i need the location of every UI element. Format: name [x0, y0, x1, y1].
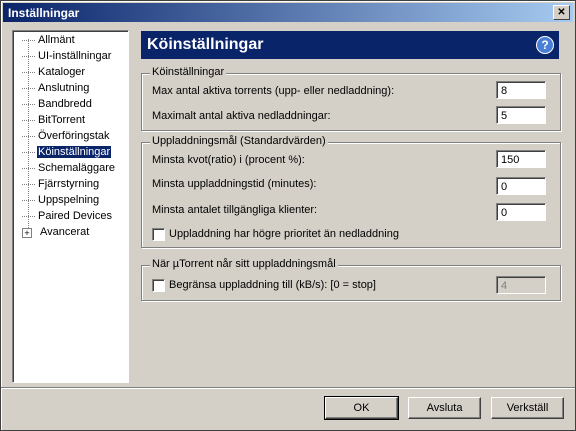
tree-item-general[interactable]: Allmänt [22, 33, 76, 47]
group-legend: Uppladdningsmål (Standardvärden) [150, 135, 328, 147]
tree-item-ui-settings[interactable]: UI-inställningar [22, 49, 112, 63]
preferences-window: Inställningar ✕ Allmänt UI-inställningar… [0, 0, 576, 431]
title-bar[interactable]: Inställningar ✕ [3, 3, 573, 22]
window-title: Inställningar [8, 6, 80, 20]
tree-item-connection[interactable]: Anslutning [22, 81, 90, 95]
min-ratio-input[interactable]: 150 [496, 150, 546, 168]
tree-item-label[interactable]: Fjärrstyrning [37, 178, 100, 190]
ok-button[interactable]: OK [324, 396, 399, 420]
tree-item-scheduler[interactable]: Schemaläggare [22, 161, 116, 175]
close-button[interactable]: ✕ [553, 5, 570, 20]
group-legend: Köinställningar [150, 66, 227, 78]
tree-item-label[interactable]: Paired Devices [37, 210, 113, 222]
help-icon[interactable]: ? [536, 36, 554, 54]
divider [1, 387, 575, 389]
page-title: Köinställningar [147, 36, 264, 53]
tree-item-label[interactable]: Uppspelning [37, 194, 100, 206]
tree-item-paired-devices[interactable]: Paired Devices [22, 209, 113, 223]
tree-item-label[interactable]: Köinställningar [37, 146, 112, 158]
tree-item-label[interactable]: Avancerat [39, 226, 90, 238]
min-seeds-input[interactable]: 0 [496, 203, 546, 221]
tree-item-label[interactable]: UI-inställningar [37, 50, 112, 62]
max-active-input[interactable]: 8 [496, 81, 546, 99]
tree-item-label[interactable]: Överföringstak [37, 130, 111, 142]
max-downloads-input[interactable]: 5 [496, 106, 546, 124]
queue-settings-group: Köinställningar Max antal aktiva torrent… [141, 66, 561, 131]
seeding-goal-group: Uppladdningsmål (Standardvärden) Minsta … [141, 135, 561, 248]
tree-item-label[interactable]: Anslutning [37, 82, 90, 94]
tree-item-label[interactable]: Kataloger [37, 66, 86, 78]
priority-checkbox[interactable] [152, 228, 165, 241]
goal-reached-group: När µTorrent når sitt uppladdningsmål Be… [141, 258, 561, 301]
tree-item-queueing[interactable]: Köinställningar [22, 145, 112, 159]
max-downloads-label: Maximalt antal aktiva nedladdningar: [152, 110, 331, 122]
tree-item-playback[interactable]: Uppspelning [22, 193, 100, 207]
min-seeds-label: Minsta antalet tillgängliga klienter: [152, 204, 318, 216]
tree-item-advanced[interactable]: + Avancerat [13, 225, 90, 239]
tree-item-label[interactable]: Allmänt [37, 34, 76, 46]
priority-label[interactable]: Uppladdning har högre prioritet än nedla… [169, 228, 399, 240]
limit-upload-label[interactable]: Begränsa uppladdning till (kB/s): [0 = s… [169, 279, 376, 291]
page-header: Köinställningar ? [141, 31, 559, 59]
expand-icon[interactable]: + [22, 228, 32, 238]
min-time-label: Minsta uppladdningstid (minutes): [152, 178, 317, 190]
tree-item-bandwidth[interactable]: Bandbredd [22, 97, 93, 111]
tree-item-label[interactable]: Schemaläggare [37, 162, 116, 174]
min-time-input[interactable]: 0 [496, 177, 546, 195]
settings-tree: Allmänt UI-inställningar Kataloger Anslu… [12, 30, 129, 383]
tree-item-directories[interactable]: Kataloger [22, 65, 86, 79]
min-ratio-label: Minsta kvot(ratio) i (procent %): [152, 154, 305, 166]
cancel-button[interactable]: Avsluta [408, 397, 481, 419]
limit-upload-input[interactable]: 4 [496, 276, 546, 294]
group-legend: När µTorrent når sitt uppladdningsmål [150, 258, 338, 270]
tree-item-label[interactable]: Bandbredd [37, 98, 93, 110]
limit-upload-checkbox[interactable] [152, 279, 165, 292]
tree-item-remote[interactable]: Fjärrstyrning [22, 177, 100, 191]
apply-button[interactable]: Verkställ [491, 397, 564, 419]
tree-item-transfer-cap[interactable]: Överföringstak [22, 129, 111, 143]
tree-item-bittorrent[interactable]: BitTorrent [22, 113, 86, 127]
tree-item-label[interactable]: BitTorrent [37, 114, 86, 126]
max-active-label: Max antal aktiva torrents (upp- eller ne… [152, 85, 395, 97]
